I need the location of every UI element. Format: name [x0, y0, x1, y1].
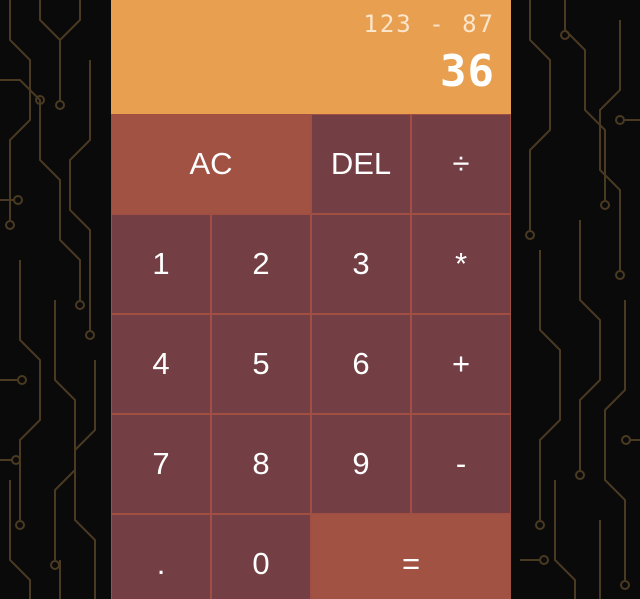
equals-button[interactable]: =	[311, 514, 511, 599]
divide-button[interactable]: ÷	[411, 114, 511, 214]
keypad: AC DEL ÷ 1 2 3 * 4 5 6 + 7 8 9 - . 0 =	[111, 114, 511, 599]
digit-6-button[interactable]: 6	[311, 314, 411, 414]
calculator-display: 123 - 87 36	[111, 0, 511, 114]
digit-4-button[interactable]: 4	[111, 314, 211, 414]
digit-2-button[interactable]: 2	[211, 214, 311, 314]
add-button[interactable]: +	[411, 314, 511, 414]
digit-7-button[interactable]: 7	[111, 414, 211, 514]
calculator: 123 - 87 36 AC DEL ÷ 1 2 3 * 4 5 6 + 7 8…	[111, 0, 511, 599]
digit-8-button[interactable]: 8	[211, 414, 311, 514]
digit-0-button[interactable]: 0	[211, 514, 311, 599]
current-operand: 36	[440, 46, 495, 97]
digit-9-button[interactable]: 9	[311, 414, 411, 514]
digit-1-button[interactable]: 1	[111, 214, 211, 314]
digit-3-button[interactable]: 3	[311, 214, 411, 314]
multiply-button[interactable]: *	[411, 214, 511, 314]
subtract-button[interactable]: -	[411, 414, 511, 514]
decimal-button[interactable]: .	[111, 514, 211, 599]
delete-button[interactable]: DEL	[311, 114, 411, 214]
all-clear-button[interactable]: AC	[111, 114, 311, 214]
previous-operand: 123 - 87	[363, 10, 495, 38]
digit-5-button[interactable]: 5	[211, 314, 311, 414]
